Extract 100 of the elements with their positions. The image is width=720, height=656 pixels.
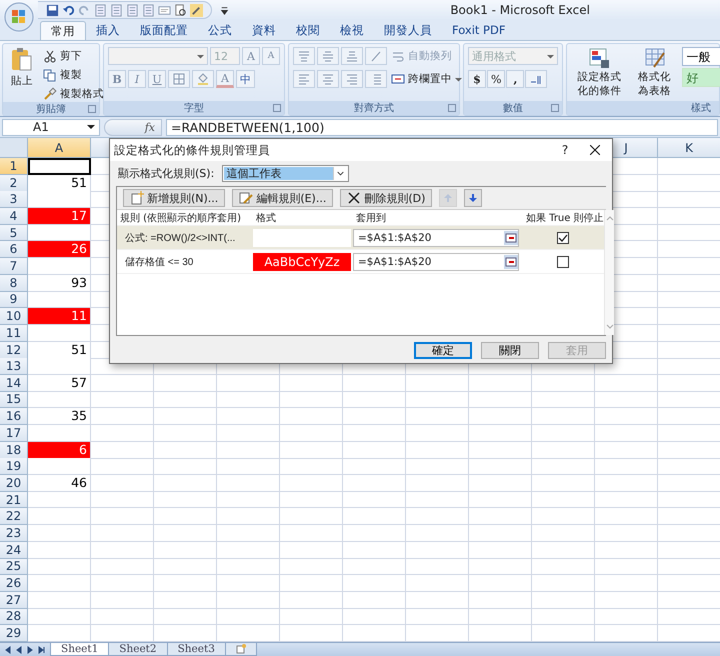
cell[interactable] bbox=[469, 575, 532, 592]
cell[interactable] bbox=[595, 475, 658, 492]
cell[interactable] bbox=[595, 492, 658, 508]
show-rules-select[interactable]: 這個工作表 bbox=[222, 165, 350, 182]
row-header[interactable]: 22 bbox=[0, 508, 28, 526]
comma-button[interactable]: , bbox=[506, 70, 524, 88]
cell[interactable] bbox=[217, 392, 280, 408]
cell[interactable] bbox=[343, 542, 406, 558]
cell[interactable] bbox=[217, 542, 280, 558]
print-preview-icon[interactable] bbox=[174, 4, 187, 16]
cell[interactable] bbox=[217, 558, 280, 576]
sheet-tab[interactable]: Sheet3 bbox=[166, 643, 226, 656]
clipboard-button[interactable]: 複製格式 bbox=[41, 85, 106, 102]
cell[interactable] bbox=[28, 492, 91, 508]
cell[interactable] bbox=[406, 542, 469, 558]
row-header[interactable]: 12 bbox=[0, 342, 28, 359]
cell[interactable]: 11 bbox=[28, 308, 91, 326]
cell[interactable] bbox=[91, 542, 154, 558]
cell[interactable]: 46 bbox=[28, 475, 91, 492]
cell[interactable] bbox=[91, 392, 154, 408]
cell[interactable] bbox=[595, 508, 658, 526]
cell[interactable] bbox=[343, 374, 406, 392]
cell[interactable] bbox=[280, 558, 343, 576]
cell[interactable] bbox=[406, 575, 469, 592]
cell[interactable] bbox=[91, 508, 154, 526]
cell[interactable] bbox=[154, 525, 217, 542]
cell[interactable] bbox=[280, 442, 343, 459]
cell[interactable] bbox=[406, 408, 469, 426]
cell[interactable]: 93 bbox=[28, 274, 91, 292]
cell[interactable] bbox=[406, 442, 469, 459]
applies-to-field[interactable]: =$A$1:$A$20 bbox=[353, 228, 519, 246]
cell[interactable] bbox=[217, 408, 280, 426]
cell[interactable] bbox=[595, 542, 658, 558]
cell[interactable] bbox=[532, 508, 595, 526]
row-header[interactable]: 13 bbox=[0, 358, 28, 375]
cell[interactable] bbox=[406, 458, 469, 476]
increase-decimal-button[interactable] bbox=[525, 70, 548, 88]
cell[interactable] bbox=[469, 475, 532, 492]
indent-button[interactable] bbox=[365, 70, 387, 88]
cell[interactable] bbox=[532, 442, 595, 459]
cell[interactable] bbox=[406, 592, 469, 609]
row-header[interactable]: 25 bbox=[0, 558, 28, 576]
row-header[interactable]: 16 bbox=[0, 408, 28, 426]
cell[interactable] bbox=[154, 608, 217, 626]
cell[interactable] bbox=[154, 558, 217, 576]
cell[interactable] bbox=[28, 608, 91, 626]
stop-if-true-checkbox[interactable] bbox=[557, 232, 570, 244]
cell[interactable]: 6 bbox=[28, 442, 91, 459]
rule-row[interactable]: 儲存格值 <= 30 AaBbCcYyZz =$A$1:$A$20 bbox=[117, 250, 604, 274]
help-button[interactable]: ? bbox=[552, 143, 578, 157]
scrollbar[interactable] bbox=[604, 210, 614, 335]
cell[interactable]: 17 bbox=[28, 208, 91, 226]
applies-to-field[interactable]: =$A$1:$A$20 bbox=[353, 252, 519, 270]
format-table-button[interactable]: 格式化為表格 bbox=[632, 47, 678, 101]
cell[interactable] bbox=[343, 592, 406, 609]
cell[interactable] bbox=[280, 575, 343, 592]
cell[interactable]: 51 bbox=[28, 174, 91, 192]
cell[interactable] bbox=[91, 458, 154, 476]
launcher-icon[interactable] bbox=[273, 104, 281, 112]
cell[interactable] bbox=[343, 425, 406, 442]
cell[interactable] bbox=[595, 458, 658, 476]
cell[interactable] bbox=[406, 525, 469, 542]
cell[interactable] bbox=[343, 558, 406, 576]
cell[interactable] bbox=[217, 475, 280, 492]
align-center-button[interactable] bbox=[317, 70, 339, 88]
row-header[interactable]: 15 bbox=[0, 392, 28, 408]
align-left-button[interactable] bbox=[293, 70, 315, 88]
cell[interactable] bbox=[28, 525, 91, 542]
cell[interactable] bbox=[280, 408, 343, 426]
range-picker-icon[interactable] bbox=[504, 230, 518, 244]
cell[interactable] bbox=[532, 408, 595, 426]
caret-icon[interactable] bbox=[87, 123, 95, 131]
cell[interactable] bbox=[28, 542, 91, 558]
cell-style[interactable]: 一般 bbox=[682, 47, 720, 66]
align-bottom-button[interactable] bbox=[341, 47, 363, 65]
cell[interactable] bbox=[469, 458, 532, 476]
row-header[interactable]: 17 bbox=[0, 425, 28, 442]
cell[interactable] bbox=[469, 542, 532, 558]
cell[interactable] bbox=[280, 525, 343, 542]
cell[interactable]: 35 bbox=[28, 408, 91, 426]
cell[interactable] bbox=[469, 558, 532, 576]
cell[interactable] bbox=[595, 392, 658, 408]
cell[interactable] bbox=[280, 508, 343, 526]
row-header[interactable]: 24 bbox=[0, 542, 28, 558]
cell[interactable] bbox=[280, 425, 343, 442]
cell[interactable] bbox=[154, 425, 217, 442]
ribbon-tab[interactable]: Foxit PDF bbox=[442, 21, 516, 40]
form-control-icon[interactable] bbox=[94, 4, 107, 16]
ribbon-tab[interactable]: 開發人員 bbox=[374, 21, 442, 40]
dialog-button[interactable]: 確定 bbox=[414, 342, 472, 359]
cell[interactable] bbox=[595, 575, 658, 592]
cell[interactable] bbox=[91, 592, 154, 609]
form-control-icon[interactable] bbox=[142, 4, 155, 16]
row-header[interactable]: 23 bbox=[0, 525, 28, 542]
sheet-nav-icon[interactable] bbox=[37, 646, 45, 654]
cell[interactable] bbox=[343, 392, 406, 408]
name-box[interactable]: A1 bbox=[2, 118, 100, 136]
cell[interactable] bbox=[154, 408, 217, 426]
cell[interactable] bbox=[532, 492, 595, 508]
fill-color-button[interactable] bbox=[192, 70, 214, 88]
